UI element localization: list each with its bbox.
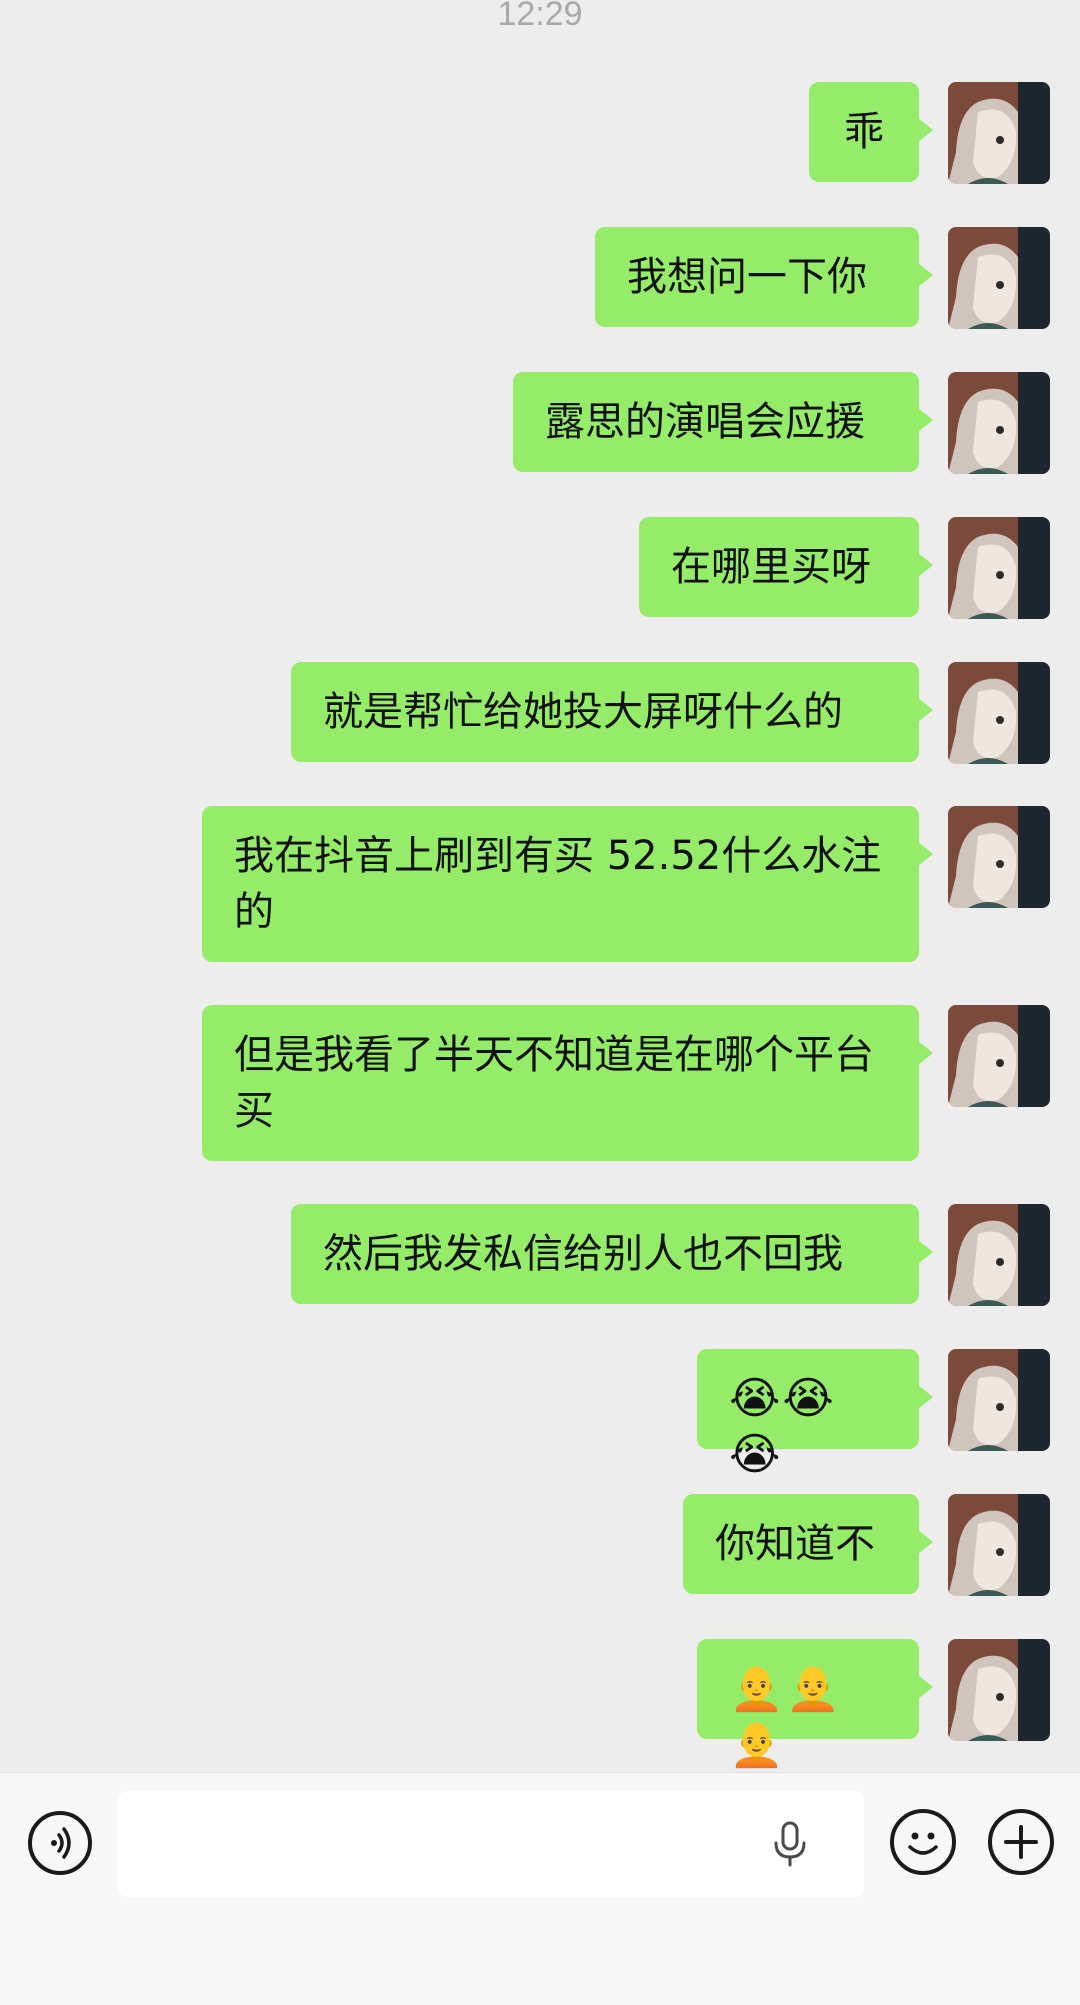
message-bubble[interactable]: 😭😭😭 [697, 1349, 933, 1480]
message-row: 😭😭😭 [697, 1349, 1050, 1480]
message-bubble[interactable]: 我想问一下你 [595, 227, 933, 327]
message-bubble[interactable]: 露思的演唱会应援 [513, 372, 933, 472]
microphone-icon[interactable] [770, 1821, 810, 1871]
chat-input-bar [0, 1772, 1080, 2005]
user-avatar[interactable] [948, 372, 1050, 474]
message-bubble[interactable]: 然后我发私信给别人也不回我 [291, 1204, 933, 1304]
user-avatar[interactable] [948, 806, 1050, 908]
message-row: 我想问一下你 [595, 227, 1050, 329]
voice-icon[interactable] [28, 1811, 92, 1875]
user-avatar[interactable] [948, 227, 1050, 329]
message-bubble[interactable]: 我在抖音上刷到有买 52.52什么水注的 [202, 806, 933, 962]
user-avatar[interactable] [948, 1639, 1050, 1741]
message-row: 露思的演唱会应援 [513, 372, 1050, 474]
message-row: 在哪里买呀 [639, 517, 1050, 619]
message-bubble[interactable]: 但是我看了半天不知道是在哪个平台买 [202, 1005, 933, 1161]
home-indicator [0, 1985, 1080, 2005]
message-bubble[interactable]: 乖 [809, 82, 933, 182]
user-avatar[interactable] [948, 82, 1050, 184]
user-avatar[interactable] [948, 1204, 1050, 1306]
message-row: 但是我看了半天不知道是在哪个平台买 [202, 1005, 1050, 1161]
message-row: 我在抖音上刷到有买 52.52什么水注的 [202, 806, 1050, 962]
message-bubble[interactable]: 🧑‍🦲🧑‍🦲🧑‍🦲 [697, 1639, 933, 1770]
user-avatar[interactable] [948, 517, 1050, 619]
user-avatar[interactable] [948, 1005, 1050, 1107]
message-input[interactable] [118, 1791, 864, 1897]
message-row: 然后我发私信给别人也不回我 [291, 1204, 1050, 1306]
user-avatar[interactable] [948, 1349, 1050, 1451]
message-row: 你知道不 [683, 1494, 1050, 1596]
message-bubble[interactable]: 你知道不 [683, 1494, 933, 1594]
user-avatar[interactable] [948, 1494, 1050, 1596]
smiley-icon[interactable] [890, 1809, 956, 1875]
message-row: 🧑‍🦲🧑‍🦲🧑‍🦲 [697, 1639, 1050, 1770]
plus-icon[interactable] [988, 1809, 1054, 1875]
message-bubble[interactable]: 在哪里买呀 [639, 517, 933, 617]
chat-message-list: 乖 我想问一下你 露思的演唱会应援 在哪里买呀 就是帮忙给她投大屏呀什么的 我在… [0, 0, 1080, 1772]
user-avatar[interactable] [948, 662, 1050, 764]
message-row: 乖 [809, 82, 1050, 184]
message-bubble[interactable]: 就是帮忙给她投大屏呀什么的 [291, 662, 933, 762]
message-row: 就是帮忙给她投大屏呀什么的 [291, 662, 1050, 764]
